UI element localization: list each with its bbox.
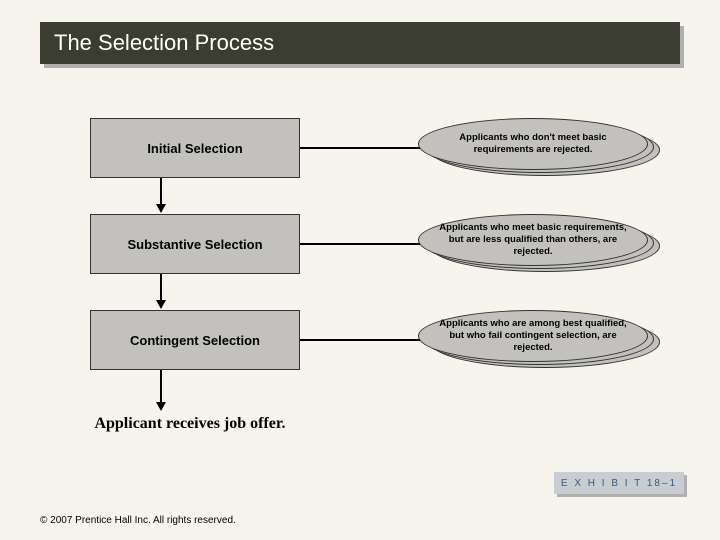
- exhibit-label: E X H I B I T 18–1: [561, 478, 677, 489]
- note-text: Applicants who don't meet basic requirem…: [418, 118, 648, 170]
- arrow-down-icon: [156, 204, 166, 213]
- note-text: Applicants who are among best qualified,…: [418, 310, 648, 362]
- connector-h1: [300, 147, 430, 149]
- stage-label: Contingent Selection: [130, 333, 260, 348]
- connector-v1: [160, 178, 162, 206]
- copyright: © 2007 Prentice Hall Inc. All rights res…: [40, 515, 236, 526]
- exhibit-badge: E X H I B I T 18–1: [554, 472, 684, 494]
- note-contingent: Applicants who are among best qualified,…: [420, 310, 690, 370]
- connector-h3: [300, 339, 430, 341]
- stage-box-contingent: Contingent Selection: [90, 310, 300, 370]
- title-bar-fill: The Selection Process: [40, 22, 680, 64]
- stage-box-initial: Initial Selection: [90, 118, 300, 178]
- page-title: The Selection Process: [54, 30, 274, 56]
- connector-v2: [160, 274, 162, 302]
- exhibit-bar-fill: E X H I B I T 18–1: [554, 472, 684, 494]
- connector-h2: [300, 243, 430, 245]
- note-text: Applicants who meet basic requirements, …: [418, 214, 648, 266]
- arrow-down-icon: [156, 402, 166, 411]
- stage-label: Substantive Selection: [127, 237, 262, 252]
- title-bar: The Selection Process: [40, 22, 680, 64]
- connector-v3: [160, 370, 162, 404]
- arrow-down-icon: [156, 300, 166, 309]
- stage-label: Initial Selection: [147, 141, 242, 156]
- note-substantive: Applicants who meet basic requirements, …: [420, 214, 690, 274]
- stage-box-substantive: Substantive Selection: [90, 214, 300, 274]
- final-outcome: Applicant receives job offer.: [70, 414, 310, 433]
- note-initial: Applicants who don't meet basic requirem…: [420, 118, 690, 178]
